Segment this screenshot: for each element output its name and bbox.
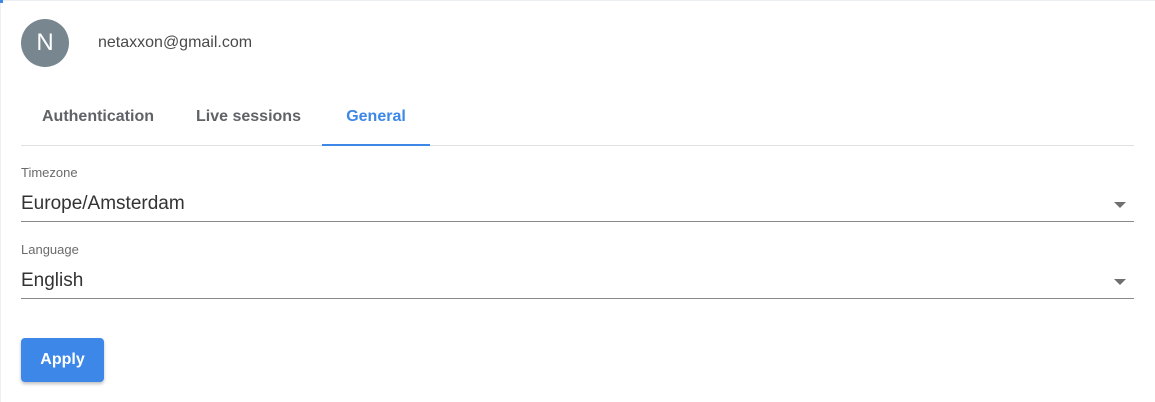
tab-live-sessions[interactable]: Live sessions: [175, 88, 322, 145]
dropdown-arrow-icon[interactable]: [1114, 201, 1126, 208]
apply-button[interactable]: Apply: [21, 338, 104, 382]
avatar: N: [21, 19, 69, 67]
timezone-select[interactable]: Europe/Amsterdam: [21, 190, 1134, 222]
language-select[interactable]: English: [21, 267, 1134, 299]
language-label: Language: [21, 242, 79, 257]
tab-authentication[interactable]: Authentication: [21, 88, 175, 145]
settings-tabs: Authentication Live sessions General: [21, 88, 1134, 146]
timezone-label: Timezone: [21, 165, 78, 180]
tab-general[interactable]: General: [322, 88, 430, 146]
dropdown-arrow-icon[interactable]: [1114, 278, 1126, 285]
language-field: Language English: [21, 242, 1134, 299]
timezone-field: Timezone Europe/Amsterdam: [21, 165, 1134, 222]
general-settings-panel: N netaxxon@gmail.com Authentication Live…: [0, 0, 1155, 402]
language-value: English: [21, 269, 84, 291]
timezone-value: Europe/Amsterdam: [21, 192, 185, 214]
user-email: netaxxon@gmail.com: [98, 34, 253, 51]
user-profile-header: N netaxxon@gmail.com: [21, 19, 252, 67]
